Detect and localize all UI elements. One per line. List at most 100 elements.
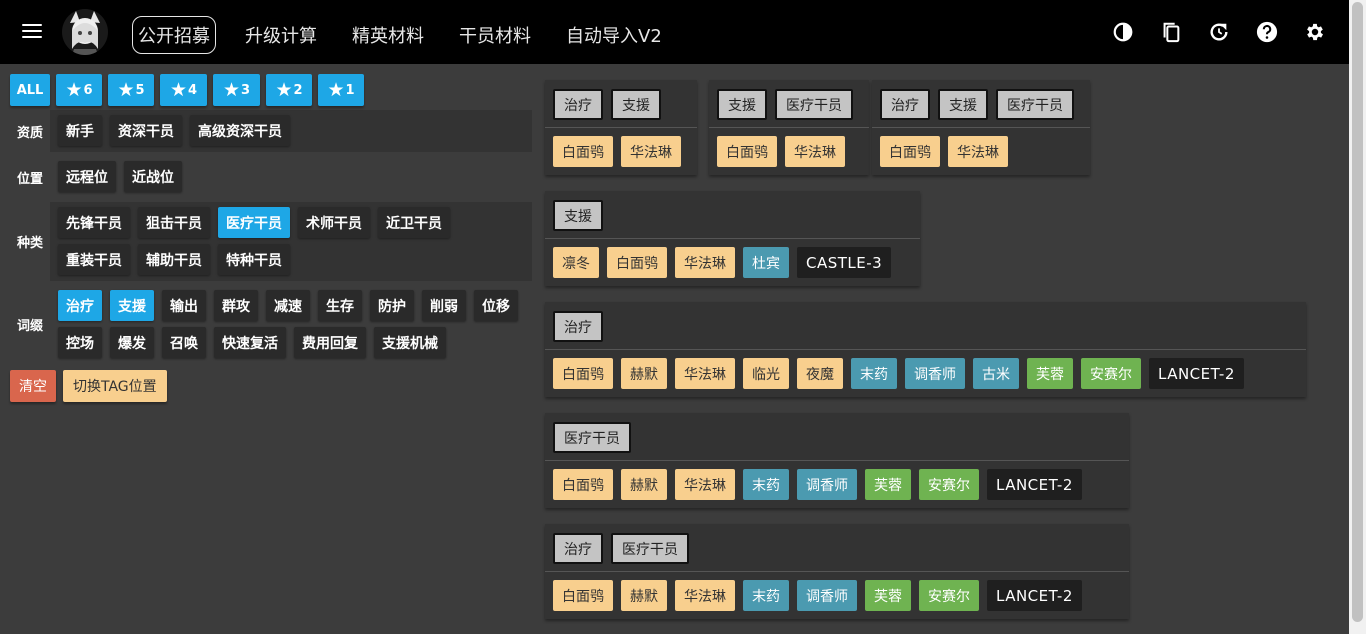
tag-nuker[interactable]: 爆发 xyxy=(110,327,154,358)
operator-chip[interactable]: 华法琳 xyxy=(785,136,845,167)
result-tag[interactable]: 支援 xyxy=(553,200,603,231)
nav-elite-materials[interactable]: 精英材料 xyxy=(346,16,430,54)
tag-guard[interactable]: 近卫干员 xyxy=(378,207,450,238)
tag-aoe[interactable]: 群攻 xyxy=(214,290,258,321)
refresh-icon[interactable] xyxy=(1205,18,1233,46)
star-6-button[interactable]: ★ 6 xyxy=(56,74,102,106)
operator-chip[interactable]: LANCET-2 xyxy=(987,580,1082,611)
star-5-button[interactable]: ★ 5 xyxy=(108,74,154,106)
scrollbar-thumb[interactable] xyxy=(1352,2,1363,622)
tag-senior[interactable]: 资深干员 xyxy=(110,115,182,146)
operator-chip[interactable]: 末药 xyxy=(743,469,789,500)
nav-auto-import[interactable]: 自动导入V2 xyxy=(560,16,668,54)
scrollbar[interactable] xyxy=(1349,0,1366,634)
operator-chip[interactable]: 芙蓉 xyxy=(865,469,911,500)
operator-chip[interactable]: 安赛尔 xyxy=(1081,358,1141,389)
tag-healing[interactable]: 治疗 xyxy=(58,290,102,321)
operator-chip[interactable]: 凛冬 xyxy=(553,247,599,278)
result-tag[interactable]: 治疗 xyxy=(553,533,603,564)
tag-ranged[interactable]: 远程位 xyxy=(58,161,116,192)
operator-chip[interactable]: 安赛尔 xyxy=(919,580,979,611)
operator-chip[interactable]: 白面鸮 xyxy=(607,247,667,278)
tag-robot[interactable]: 支援机械 xyxy=(374,327,446,358)
operator-chip[interactable]: 杜宾 xyxy=(743,247,789,278)
operator-chip[interactable]: 芙蓉 xyxy=(865,580,911,611)
result-tag[interactable]: 医疗干员 xyxy=(553,422,631,453)
operator-chip[interactable]: 华法琳 xyxy=(675,580,735,611)
star-all-button[interactable]: ALL xyxy=(10,74,50,106)
settings-icon[interactable] xyxy=(1301,18,1329,46)
clear-button[interactable]: 清空 xyxy=(10,370,56,402)
tag-specialist[interactable]: 特种干员 xyxy=(218,244,290,275)
operator-chip[interactable]: 赫默 xyxy=(621,580,667,611)
result-tag[interactable]: 医疗干员 xyxy=(996,89,1074,120)
nav-upgrade[interactable]: 升级计算 xyxy=(239,16,323,54)
operator-chip[interactable]: 白面鸮 xyxy=(717,136,777,167)
result-tag[interactable]: 治疗 xyxy=(553,89,603,120)
tag-newbie[interactable]: 新手 xyxy=(58,115,102,146)
operator-chip[interactable]: 古米 xyxy=(973,358,1019,389)
operator-chip[interactable]: 白面鸮 xyxy=(553,580,613,611)
operator-chip[interactable]: 调香师 xyxy=(797,580,857,611)
result-tag[interactable]: 医疗干员 xyxy=(611,533,689,564)
tag-slow[interactable]: 减速 xyxy=(266,290,310,321)
operator-chip[interactable]: 华法琳 xyxy=(948,136,1008,167)
operator-chip[interactable]: 白面鸮 xyxy=(553,469,613,500)
operator-chip[interactable]: 夜魔 xyxy=(797,358,843,389)
tag-medic[interactable]: 医疗干员 xyxy=(218,207,290,238)
operator-chip[interactable]: 赫默 xyxy=(621,469,667,500)
operator-chip[interactable]: 调香师 xyxy=(797,469,857,500)
tag-support[interactable]: 支援 xyxy=(110,290,154,321)
operator-chip[interactable]: 临光 xyxy=(743,358,789,389)
operator-chip[interactable]: 赫默 xyxy=(621,358,667,389)
star-1-button[interactable]: ★ 1 xyxy=(318,74,364,106)
tag-melee[interactable]: 近战位 xyxy=(124,161,182,192)
result-tag[interactable]: 支援 xyxy=(938,89,988,120)
operator-chip[interactable]: 调香师 xyxy=(905,358,965,389)
tag-summon[interactable]: 召唤 xyxy=(162,327,206,358)
star-3-button[interactable]: ★ 3 xyxy=(213,74,260,106)
star-2-button[interactable]: ★ 2 xyxy=(266,74,312,106)
operator-chip[interactable]: 白面鸮 xyxy=(880,136,940,167)
operator-chip[interactable]: 芙蓉 xyxy=(1027,358,1073,389)
tag-vanguard[interactable]: 先锋干员 xyxy=(58,207,130,238)
operator-chip[interactable]: LANCET-2 xyxy=(987,469,1082,500)
result-tag[interactable]: 支援 xyxy=(717,89,767,120)
operator-chip[interactable]: LANCET-2 xyxy=(1149,358,1244,389)
operator-chip[interactable]: 末药 xyxy=(851,358,897,389)
tag-debuff[interactable]: 削弱 xyxy=(422,290,466,321)
help-icon[interactable] xyxy=(1253,18,1281,46)
tag-dps[interactable]: 输出 xyxy=(162,290,206,321)
dark-mode-icon[interactable] xyxy=(1109,18,1137,46)
nav-operator-materials[interactable]: 干员材料 xyxy=(453,16,537,54)
tag-shift[interactable]: 位移 xyxy=(474,290,518,321)
operator-chip[interactable]: 安赛尔 xyxy=(919,469,979,500)
result-tag[interactable]: 治疗 xyxy=(553,311,603,342)
operator-chip[interactable]: 华法琳 xyxy=(621,136,681,167)
tag-defense[interactable]: 防护 xyxy=(370,290,414,321)
operator-chip[interactable]: CASTLE-3 xyxy=(797,247,892,278)
star-4-button[interactable]: ★ 4 xyxy=(160,74,207,106)
operator-chip[interactable]: 白面鸮 xyxy=(553,358,613,389)
operator-chip[interactable]: 华法琳 xyxy=(675,469,735,500)
operator-chip[interactable]: 华法琳 xyxy=(675,247,735,278)
tag-top-senior[interactable]: 高级资深干员 xyxy=(190,115,290,146)
copy-icon[interactable] xyxy=(1157,18,1185,46)
tag-survival[interactable]: 生存 xyxy=(318,290,362,321)
result-tag[interactable]: 医疗干员 xyxy=(775,89,853,120)
tag-fast-redeploy[interactable]: 快速复活 xyxy=(214,327,286,358)
tag-defender[interactable]: 重装干员 xyxy=(58,244,130,275)
operator-chip[interactable]: 白面鸮 xyxy=(553,136,613,167)
operator-chip[interactable]: 华法琳 xyxy=(675,358,735,389)
menu-icon[interactable] xyxy=(22,20,50,44)
operator-chip[interactable]: 末药 xyxy=(743,580,789,611)
nav-recruit[interactable]: 公开招募 xyxy=(132,16,216,54)
tag-caster[interactable]: 术师干员 xyxy=(298,207,370,238)
tag-crowd-control[interactable]: 控场 xyxy=(58,327,102,358)
tag-supporter[interactable]: 辅助干员 xyxy=(138,244,210,275)
tag-sniper[interactable]: 狙击干员 xyxy=(138,207,210,238)
switch-tag-position-button[interactable]: 切换TAG位置 xyxy=(63,370,167,402)
tag-dp-recovery[interactable]: 费用回复 xyxy=(294,327,366,358)
result-tag[interactable]: 支援 xyxy=(611,89,661,120)
result-tag[interactable]: 治疗 xyxy=(880,89,930,120)
